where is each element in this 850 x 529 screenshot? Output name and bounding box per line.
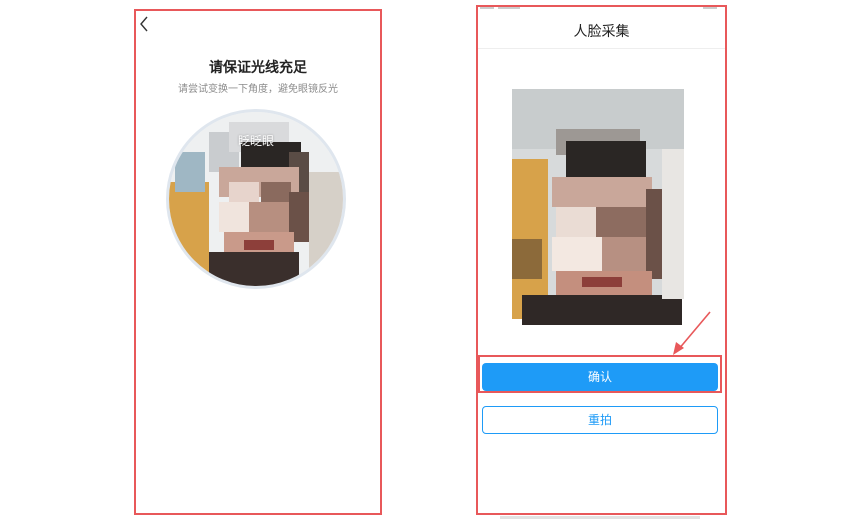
retake-button[interactable]: 重拍 xyxy=(482,406,718,434)
page-title: 人脸采集 xyxy=(573,24,630,40)
status-bar xyxy=(480,6,717,9)
blink-prompt: 眨眨眼 xyxy=(237,134,274,148)
page-title: 请保证光线充足 xyxy=(209,60,307,76)
page-subtitle: 请尝试变换一下角度，避免眼镜反光 xyxy=(178,84,338,95)
chevron-left-icon xyxy=(140,16,148,32)
confirm-button[interactable]: 确认 xyxy=(482,363,718,391)
face-capture-screen: 人脸采集 确认 重拍 xyxy=(478,6,725,513)
back-button[interactable] xyxy=(138,14,154,34)
title-divider xyxy=(478,48,725,49)
home-indicator xyxy=(500,516,700,519)
face-camera-preview: 眨眨眼 xyxy=(166,109,346,289)
face-liveness-screen: 请保证光线充足 请尝试变换一下角度，避免眼镜反光 眨眨眼 xyxy=(136,10,380,513)
annotation-arrow-icon xyxy=(673,311,711,355)
captured-face-photo xyxy=(512,89,688,329)
